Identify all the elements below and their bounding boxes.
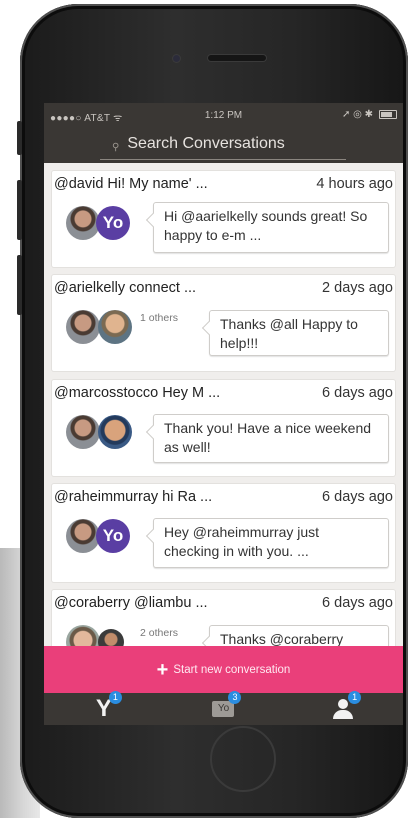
tab-profile[interactable]: 1 xyxy=(323,691,363,724)
notification-badge: 3 xyxy=(228,691,242,704)
tab-yo-connect[interactable]: Y 1 xyxy=(84,691,124,724)
conversation-card[interactable]: @david Hi! My name' ... 4 hours ago Yo H… xyxy=(52,171,395,267)
status-bar: ●●●●○ AT&T ᯤ 1:12 PM ➚ ◎ ✱ xyxy=(44,103,403,128)
conversation-subject: @coraberry @liambu ... xyxy=(54,595,208,611)
notification-badge: 1 xyxy=(108,691,122,704)
start-new-conversation-label: Start new conversation xyxy=(173,663,291,676)
status-icons: ➚ ◎ ✱ xyxy=(341,109,373,120)
avatar xyxy=(66,310,100,344)
avatar xyxy=(66,415,100,449)
notification-badge: 1 xyxy=(348,691,362,704)
earpiece-speaker xyxy=(208,55,266,61)
message-preview: Hey @raheimmurray just checking in with … xyxy=(153,518,389,568)
start-new-conversation-button[interactable]: + Start new conversation xyxy=(44,646,403,693)
others-count: 1 others xyxy=(140,312,178,324)
message-preview: Thanks @all Happy to help!!! xyxy=(209,310,389,356)
message-preview: Thank you! Have a nice weekend as well! xyxy=(153,414,389,463)
others-count: 2 others xyxy=(140,627,178,639)
avatar xyxy=(98,310,132,344)
conversation-card[interactable]: @raheimmurray hi Ra ... 6 days ago Yo He… xyxy=(52,484,395,582)
home-button[interactable] xyxy=(210,726,276,792)
search-input[interactable] xyxy=(127,135,328,153)
status-indicators: ➚ ◎ ✱ xyxy=(342,109,397,120)
avatar xyxy=(66,206,100,240)
avatar xyxy=(66,519,100,553)
message-preview: Hi @aarielkelly sounds great! So happy t… xyxy=(153,202,389,253)
volume-down-button xyxy=(17,255,22,315)
conversation-time: 2 days ago xyxy=(322,280,393,296)
front-camera xyxy=(173,55,180,62)
avatar xyxy=(98,629,124,646)
avatar xyxy=(66,625,100,646)
battery-icon xyxy=(379,110,397,119)
tab-bar: Y 1 Yo 3 1 xyxy=(44,691,403,725)
app-screen: ●●●●○ AT&T ᯤ 1:12 PM ➚ ◎ ✱ ⚲ @david Hi! … xyxy=(44,103,403,693)
volume-up-button xyxy=(17,180,22,240)
avatar xyxy=(98,415,132,449)
plus-icon: + xyxy=(156,658,169,681)
conversation-subject: @raheimmurray hi Ra ... xyxy=(54,489,213,505)
conversation-time: 6 days ago xyxy=(322,595,393,611)
conversation-list[interactable]: @david Hi! My name' ... 4 hours ago Yo H… xyxy=(44,163,403,646)
conversation-time: 6 days ago xyxy=(322,385,393,401)
yo-avatar-icon: Yo xyxy=(96,519,130,553)
mute-switch xyxy=(17,121,22,155)
conversation-time: 4 hours ago xyxy=(316,176,393,192)
message-preview: Thanks @coraberry xyxy=(209,625,389,646)
conversation-time: 6 days ago xyxy=(322,489,393,505)
yo-avatar-icon: Yo xyxy=(96,206,130,240)
conversation-card[interactable]: @marcosstocco Hey M ... 6 days ago Thank… xyxy=(52,380,395,476)
tab-messages[interactable]: Yo 3 xyxy=(203,691,243,724)
conversation-subject: @arielkelly connect ... xyxy=(54,280,197,296)
conversation-subject: @david Hi! My name' ... xyxy=(54,176,208,192)
search-bar[interactable]: ⚲ xyxy=(100,129,346,160)
conversation-card[interactable]: @arielkelly connect ... 2 days ago 1 oth… xyxy=(52,275,395,371)
conversation-card[interactable]: @coraberry @liambu ... 6 days ago 2 othe… xyxy=(52,590,395,646)
conversation-subject: @marcosstocco Hey M ... xyxy=(54,385,221,401)
search-icon: ⚲ xyxy=(112,141,120,153)
